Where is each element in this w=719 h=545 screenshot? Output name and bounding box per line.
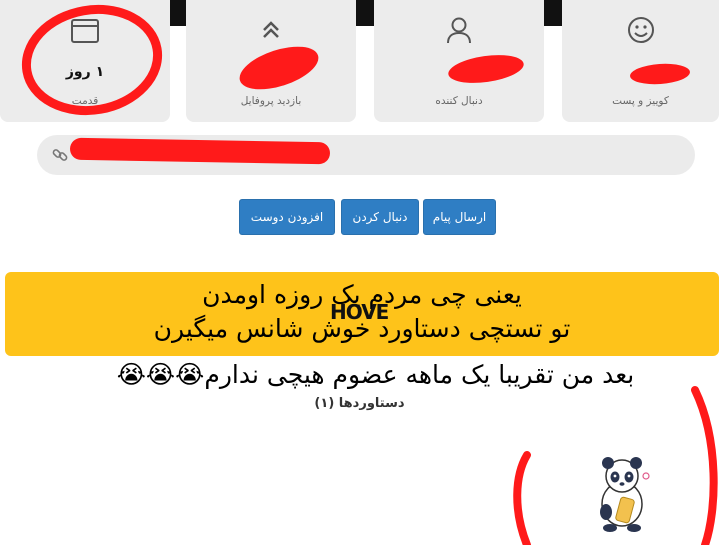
top-divider <box>542 0 562 26</box>
smiley-icon <box>627 17 654 43</box>
follow-button[interactable]: دنبال کردن <box>341 199 419 235</box>
stat-label: کوییز و پست <box>612 95 669 107</box>
top-divider <box>355 0 375 26</box>
link-icon <box>52 149 68 161</box>
watermark-logo: HOVE <box>330 300 389 324</box>
send-message-button[interactable]: ارسال پیام <box>423 199 496 235</box>
user-icon <box>447 17 471 44</box>
highlight-circle <box>21 4 163 116</box>
add-friend-button[interactable]: افزودن دوست <box>239 199 335 235</box>
stat-label: بازدید پروفایل <box>240 95 302 107</box>
stat-label: دنبال کننده <box>435 95 483 107</box>
stat-card-quiz-posts[interactable]: کوییز و پست <box>562 0 719 122</box>
top-divider <box>168 0 188 26</box>
redaction-scribble <box>69 137 331 165</box>
highlight-circle <box>513 386 718 545</box>
double-chevron-up-icon <box>263 21 279 38</box>
